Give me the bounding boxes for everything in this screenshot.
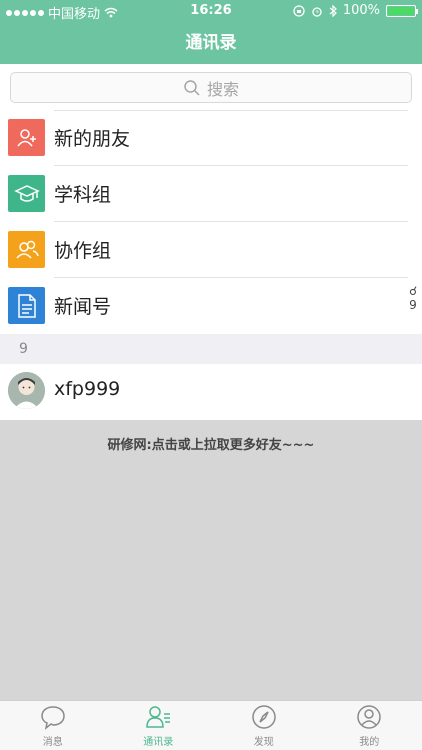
load-more-tip[interactable]: 研修网:点击或上拉取更多好友~~~ [0,434,422,453]
compass-icon [252,705,276,729]
contact-name: xfp999 [54,378,121,400]
menu-item-new-friends[interactable]: 新的朋友 [0,110,422,166]
nav-bar: 通讯录 [0,22,422,64]
alarm-icon [312,6,322,17]
tab-label: 发现 [253,737,274,748]
group-icon [8,231,45,268]
search-input[interactable]: 搜索 [10,72,412,103]
menu-item-news[interactable]: 新闻号 [0,278,422,334]
menu-item-collab-group[interactable]: 协作组 [0,222,422,278]
menu-item-label: 新闻号 [54,296,112,318]
section-header-label: 9 [19,341,28,357]
menu-item-subject-group[interactable]: 学科组 [0,166,422,222]
rotation-lock-icon [293,4,305,17]
tab-discover[interactable]: 发现 [211,701,317,750]
section-index-bar[interactable]: ☌ 9 [409,284,417,312]
add-person-icon [8,119,45,156]
section-header: 9 [0,334,422,364]
tab-label: 消息 [42,737,63,748]
status-right: 100% [293,3,418,18]
bluetooth-icon [329,4,337,17]
tab-bar: 消息 通讯录 发现 我的 [0,700,422,750]
contacts-list: 搜索 新的朋友 学科组 协作组 新闻号 9 xfp999 [0,64,422,420]
status-bar: 中国移动 16:26 100% [0,0,422,22]
index-item[interactable]: 9 [409,298,417,312]
tab-messages[interactable]: 消息 [0,701,106,750]
tab-contacts[interactable]: 通讯录 [106,701,212,750]
menu-item-label: 新的朋友 [54,128,131,150]
contacts-icon [146,706,171,728]
tab-label: 我的 [359,737,380,748]
index-item[interactable]: ☌ [409,284,417,298]
graduation-cap-icon [8,175,45,212]
battery-percent: 100% [342,3,380,18]
menu-item-label: 学科组 [54,184,112,206]
search-icon [184,79,200,96]
battery-icon [386,4,418,17]
tab-profile[interactable]: 我的 [317,701,422,750]
menu-item-label: 协作组 [54,240,112,262]
tab-label: 通讯录 [143,737,174,748]
search-placeholder: 搜索 [206,79,239,99]
document-icon [8,287,45,324]
chat-bubble-icon [40,706,65,730]
page-title: 通讯录 [185,33,237,53]
avatar [8,372,45,409]
profile-icon [357,705,381,729]
contact-row[interactable]: xfp999 [0,364,422,420]
